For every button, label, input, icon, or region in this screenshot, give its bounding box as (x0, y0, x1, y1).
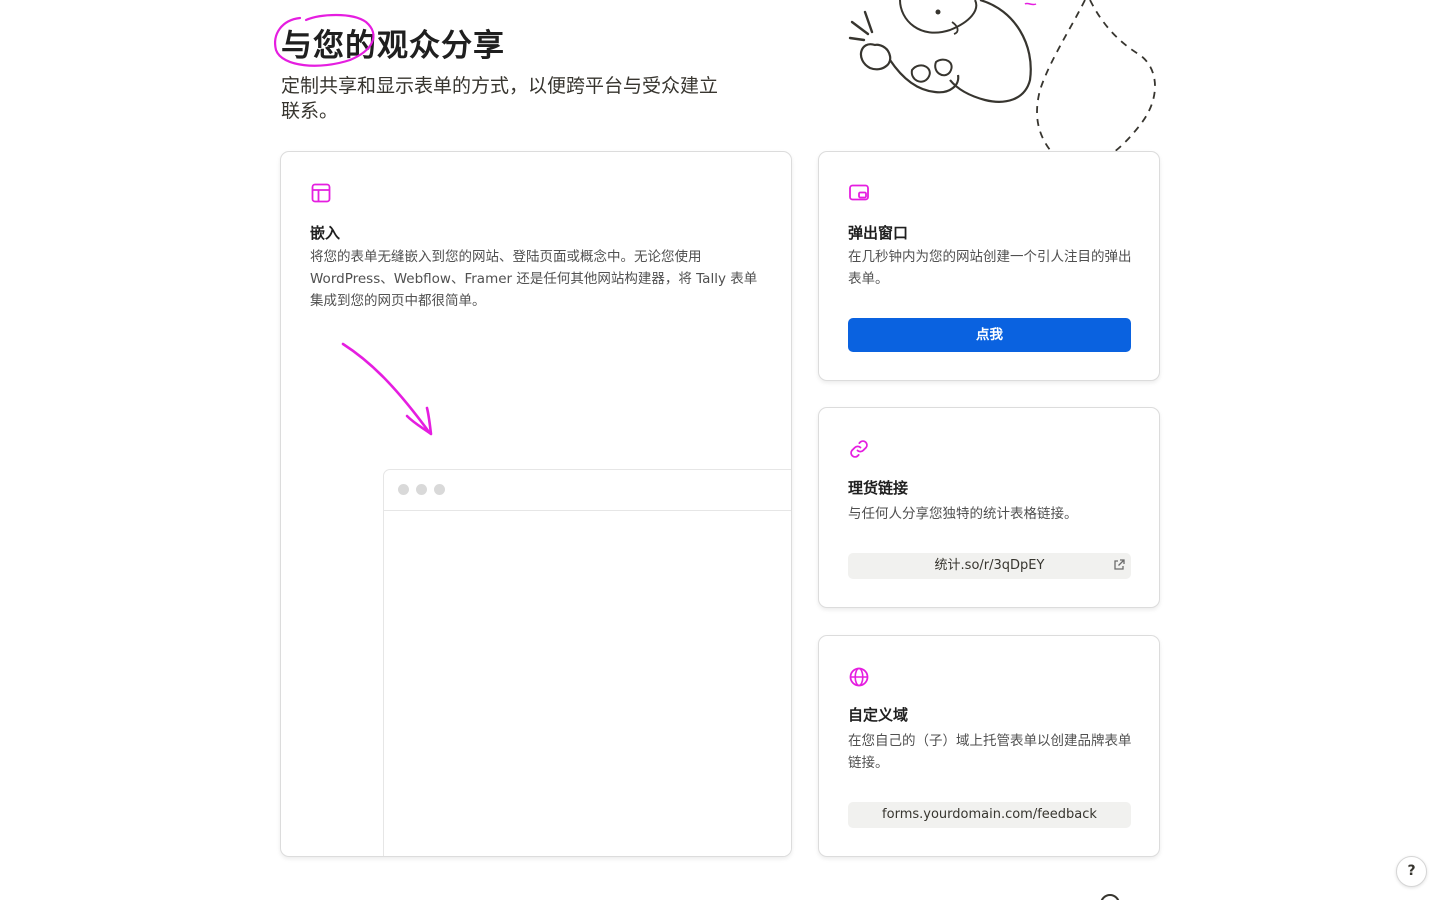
popup-try-button[interactable]: 点我 (848, 318, 1131, 352)
window-dot (434, 484, 445, 495)
arrow-illustration (341, 342, 433, 436)
share-link-url-text: 统计.so/r/3qDpEY (934, 558, 1045, 573)
title-circle-highlight (274, 13, 375, 67)
help-button[interactable]: ? (1396, 856, 1427, 887)
share-link-title: 理货链接 (848, 479, 909, 497)
share-link-description: 与任何人分享您独特的统计表格链接。 (848, 506, 1078, 522)
embed-title: 嵌入 (310, 224, 341, 242)
embed-card[interactable]: 嵌入 将您的表单无缝嵌入到您的网站、登陆页面或概念中。无论您使用 WordPre… (280, 151, 792, 857)
link-icon (850, 440, 868, 458)
window-dot (416, 484, 427, 495)
globe-icon (849, 667, 869, 687)
popup-description: 在几秒钟内为您的网站创建一个引人注目的弹出表单。 (848, 249, 1132, 287)
page-subtitle: 定制共享和显示表单的方式，以便跨平台与受众建立联系。 (281, 75, 719, 122)
custom-domain-card[interactable]: 自定义域 在您自己的（子）域上托管表单以创建品牌表单链接。 forms.your… (818, 635, 1160, 857)
custom-domain-title: 自定义域 (848, 706, 909, 724)
character-illustration (848, 0, 1156, 155)
browser-toolbar (384, 470, 791, 511)
custom-domain-description: 在您自己的（子）域上托管表单以创建品牌表单链接。 (848, 733, 1132, 771)
embed-description: 将您的表单无缝嵌入到您的网站、登陆页面或概念中。无论您使用 WordPress、… (310, 249, 758, 309)
browser-preview (383, 469, 791, 856)
popup-card[interactable]: 弹出窗口 在几秒钟内为您的网站创建一个引人注目的弹出表单。 点我 (818, 151, 1160, 381)
share-link-card[interactable]: 理货链接 与任何人分享您独特的统计表格链接。 统计.so/r/3qDpEY (818, 407, 1160, 608)
popup-title: 弹出窗口 (848, 224, 909, 242)
external-link-icon[interactable] (1112, 558, 1126, 572)
layout-icon (311, 183, 331, 203)
share-link-url[interactable]: 统计.so/r/3qDpEY (848, 553, 1131, 579)
popup-window-icon (849, 184, 869, 201)
window-dot (398, 484, 409, 495)
partial-icon (1100, 894, 1120, 900)
custom-domain-url: forms.yourdomain.com/feedback (848, 802, 1131, 828)
